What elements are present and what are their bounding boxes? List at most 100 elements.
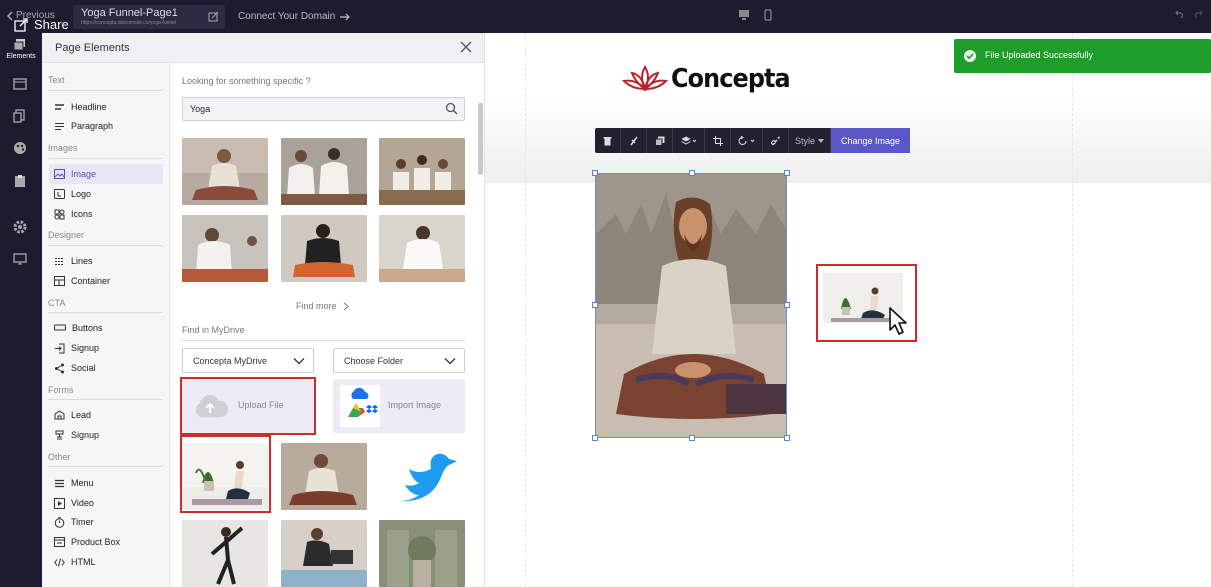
layers-icon[interactable] <box>13 38 27 52</box>
yoga-photo <box>379 215 465 282</box>
mobile-icon[interactable] <box>764 9 772 21</box>
image-toolbar: Style Change Image <box>595 128 910 153</box>
left-rail: Elements <box>0 33 42 587</box>
stock-image-yoga-6[interactable] <box>379 215 465 282</box>
yoga-photo <box>281 215 367 282</box>
divider <box>48 312 162 313</box>
close-icon[interactable] <box>460 41 472 53</box>
stock-image-yoga-2[interactable] <box>281 138 367 205</box>
drive-select[interactable]: Concepta MyDrive <box>182 348 314 373</box>
resize-handle[interactable] <box>784 302 790 308</box>
page-canvas: Concepta Style Change Image File Uploade… <box>485 33 1211 587</box>
find-more-link[interactable]: Find more <box>296 301 349 311</box>
toast-message: File Uploaded Successfully <box>985 50 1094 60</box>
import-sources-logo <box>340 385 380 427</box>
element-logo[interactable]: Logo <box>49 184 163 204</box>
page-elements-panel: Page Elements Text Headline Paragraph Im… <box>42 33 485 587</box>
panel-scrollbar[interactable] <box>478 103 483 175</box>
find-more-label: Find more <box>296 301 337 311</box>
resize-handle[interactable] <box>689 435 695 441</box>
success-toast: File Uploaded Successfully <box>954 39 1211 73</box>
element-menu[interactable]: Menu <box>49 473 163 493</box>
share-label: Share <box>34 17 69 32</box>
element-image[interactable]: Image <box>49 164 163 184</box>
element-buttons[interactable]: Buttons <box>49 318 163 338</box>
divider <box>182 340 465 341</box>
divider <box>48 466 162 467</box>
search-icon[interactable] <box>445 102 458 115</box>
yoga-photo <box>182 520 268 587</box>
monitor-icon[interactable] <box>13 252 27 266</box>
rotate-button[interactable] <box>731 128 763 153</box>
element-timer[interactable]: Timer <box>49 512 163 532</box>
delete-button[interactable] <box>595 128 621 153</box>
folder-select[interactable]: Choose Folder <box>333 348 465 373</box>
guide-line <box>525 33 526 587</box>
resize-handle[interactable] <box>784 170 790 176</box>
style-dropdown[interactable]: Style <box>789 128 832 153</box>
import-image-button[interactable]: Import Image <box>333 379 465 433</box>
stock-image-yoga-3[interactable] <box>379 138 465 205</box>
container-icon <box>54 276 65 286</box>
desktop-icon[interactable] <box>738 9 750 21</box>
element-icons[interactable]: Icons <box>49 204 163 224</box>
gear-icon[interactable] <box>13 220 27 234</box>
resize-handle[interactable] <box>592 435 598 441</box>
layer-button[interactable] <box>673 128 705 153</box>
drive-image-yoga-pose[interactable] <box>182 520 268 587</box>
clipboard-icon[interactable] <box>13 174 27 188</box>
layout-icon[interactable] <box>13 77 27 91</box>
element-headline[interactable]: Headline <box>49 97 163 117</box>
change-image-button[interactable]: Change Image <box>831 128 910 153</box>
resize-handle[interactable] <box>689 170 695 176</box>
crop-button[interactable] <box>705 128 731 153</box>
redo-icon[interactable] <box>1193 9 1203 19</box>
element-label: Product Box <box>71 537 121 547</box>
section-text: Text <box>48 75 65 85</box>
element-paragraph[interactable]: Paragraph <box>49 116 163 136</box>
edit-icon[interactable] <box>208 11 219 22</box>
stock-image-yoga-5[interactable] <box>281 215 367 282</box>
resize-handle[interactable] <box>784 435 790 441</box>
pages-icon[interactable] <box>13 109 27 123</box>
drive-image-garden[interactable] <box>379 520 465 587</box>
page-title-box[interactable]: Yoga Funnel-Page1 https://concepta.dotco… <box>73 5 225 29</box>
search-value: Yoga <box>190 104 211 114</box>
resize-handle[interactable] <box>592 302 598 308</box>
drive-image-yoga-laptop[interactable] <box>281 520 367 587</box>
element-lead[interactable]: Lead <box>49 405 163 425</box>
image-icon <box>54 169 65 179</box>
element-signup[interactable]: Signup <box>49 338 163 358</box>
element-html[interactable]: HTML <box>49 552 163 572</box>
element-lines[interactable]: Lines <box>49 251 163 271</box>
section-other: Other <box>48 452 71 462</box>
meditating-man-photo <box>596 174 786 437</box>
search-input[interactable]: Yoga <box>182 97 465 121</box>
clean-button[interactable] <box>621 128 647 153</box>
brand-logo[interactable]: Concepta <box>622 63 800 95</box>
button-icon <box>54 324 66 331</box>
element-container[interactable]: Container <box>49 271 163 291</box>
share-button[interactable]: Share <box>14 17 69 32</box>
selected-image[interactable] <box>592 170 790 441</box>
duplicate-button[interactable] <box>647 128 673 153</box>
connect-domain-link[interactable]: Connect Your Domain <box>238 11 351 22</box>
element-label: HTML <box>71 557 96 567</box>
element-product-box[interactable]: Product Box <box>49 532 163 552</box>
drive-image-yoga-man[interactable] <box>281 443 367 510</box>
element-label: Paragraph <box>71 121 114 131</box>
palette-icon[interactable] <box>13 141 27 155</box>
stock-image-yoga-4[interactable] <box>182 215 268 282</box>
import-image-label: Import Image <box>388 400 442 410</box>
guide-line <box>1072 33 1073 587</box>
element-form-signup[interactable]: Signup <box>49 425 163 445</box>
resize-handle[interactable] <box>592 170 598 176</box>
undo-icon[interactable] <box>1175 9 1185 19</box>
drive-image-bird-logo[interactable] <box>379 443 465 510</box>
crop-icon <box>712 135 723 146</box>
stock-image-yoga-1[interactable] <box>182 138 268 205</box>
element-social[interactable]: Social <box>49 358 163 378</box>
yoga-photo <box>182 215 268 282</box>
link-button[interactable] <box>763 128 789 153</box>
element-video[interactable]: Video <box>49 493 163 513</box>
